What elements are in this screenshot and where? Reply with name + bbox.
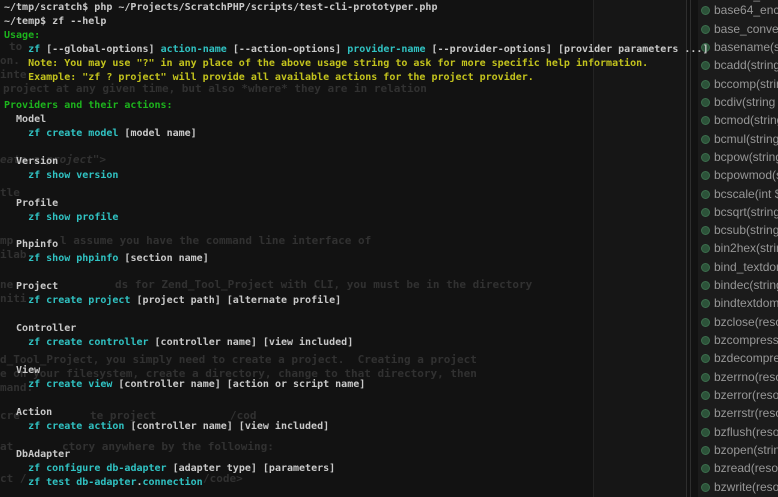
terminal-text-segment: Project (4, 281, 58, 292)
terminal-text-segment: [controller name] [view included] (124, 421, 329, 432)
terminal-text-segment (4, 128, 28, 139)
terminal-line: zf show phpinfo [section name] (4, 253, 209, 267)
terminal-text-segment: zf show profile (28, 212, 118, 223)
terminal-line: Phpinfo (4, 239, 58, 253)
terminal-line: Action (4, 407, 52, 421)
terminal-text-segment: provider-name (347, 44, 425, 55)
terminal-line: Version (4, 156, 58, 170)
terminal-text-segment: View (4, 365, 40, 376)
terminal-text-segment: zf create controller (28, 337, 148, 348)
terminal-text-segment: Providers and their actions: (4, 100, 173, 111)
terminal-text-segment: Example: "zf ? project" will provide all… (4, 72, 534, 83)
terminal-text-segment: Usage: (4, 30, 40, 41)
terminal-text-segment (4, 379, 28, 390)
terminal-text-segment: zf test db-adapter (28, 477, 136, 488)
terminal-text-segment: Phpinfo (4, 239, 58, 250)
terminal-line: ~/temp$ zf --help (4, 16, 106, 30)
terminal-text-segment: zf create view (28, 379, 112, 390)
terminal-text-segment: connection (143, 477, 203, 488)
terminal-text-segment: Profile (4, 198, 58, 209)
terminal-line: Profile (4, 198, 58, 212)
terminal-text-segment: [adapter type] [parameters] (167, 463, 336, 474)
terminal-text-segment: zf create action (28, 421, 124, 432)
terminal-text-segment: [--global-options] (40, 44, 160, 55)
terminal-line: zf create action [controller name] [view… (4, 421, 329, 435)
terminal-text-segment: ~/temp$ zf --help (4, 16, 106, 27)
terminal-line: Usage: (4, 30, 40, 44)
terminal-line: Model (4, 114, 46, 128)
terminal-text-segment: zf show version (28, 170, 118, 181)
terminal-text-segment: [controller name] [view included] (149, 337, 354, 348)
terminal-text-segment: zf configure db-adapter (28, 463, 166, 474)
terminal-text-segment: [project path] [alternate profile] (130, 295, 341, 306)
terminal-text-segment: zf create project (28, 295, 130, 306)
terminal-line: Project (4, 281, 58, 295)
terminal-line: zf create controller [controller name] [… (4, 337, 353, 351)
terminal-text-segment: [model name] (118, 128, 196, 139)
desktop-screenshot: base64_decode(sbase64_encode(sbase_conve… (0, 0, 778, 497)
terminal-text-segment: zf create model (28, 128, 118, 139)
terminal-line: zf configure db-adapter [adapter type] [… (4, 463, 335, 477)
terminal-line: zf create model [model name] (4, 128, 197, 142)
terminal-text-segment (4, 253, 28, 264)
terminal-text-segment (4, 477, 28, 488)
terminal-line: zf test db-adapter.connection (4, 477, 203, 491)
terminal-line: zf [--global-options] action-name [--act… (4, 44, 708, 58)
terminal-text-segment (4, 337, 28, 348)
terminal-text-segment: Controller (4, 323, 76, 334)
terminal-text-segment: zf show phpinfo (28, 253, 118, 264)
terminal-line: Note: You may use "?" in any place of th… (4, 58, 648, 72)
terminal-line: zf create project [project path] [altern… (4, 295, 341, 309)
terminal-text-segment: Action (4, 407, 52, 418)
terminal-text-segment (4, 212, 28, 223)
terminal-text-segment: ~/tmp/scratch$ php ~/Projects/ScratchPHP… (4, 2, 437, 13)
terminal-text-segment: zf (28, 44, 40, 55)
terminal-line: zf create view [controller name] [action… (4, 379, 365, 393)
terminal-line: zf show profile (4, 212, 118, 226)
terminal-text-segment: DbAdapter (4, 449, 70, 460)
terminal-text-segment: action-name (161, 44, 227, 55)
terminal-text-segment (4, 170, 28, 181)
terminal-text-segment: [controller name] [action or script name… (112, 379, 365, 390)
terminal-text-segment (4, 421, 28, 432)
terminal-text-segment: Model (4, 114, 46, 125)
terminal-text-segment (4, 463, 28, 474)
terminal-text-segment (4, 295, 28, 306)
terminal-text-segment: [section name] (118, 253, 208, 264)
terminal-pane[interactable]: toon.inteproject at any given time, but … (0, 0, 706, 497)
terminal-line: Controller (4, 323, 76, 337)
terminal-line: View (4, 365, 40, 379)
terminal-text-segment: Note: You may use "?" in any place of th… (4, 58, 648, 69)
terminal-line: ~/tmp/scratch$ php ~/Projects/ScratchPHP… (4, 2, 437, 16)
terminal-text-segment: [--action-options] (227, 44, 347, 55)
terminal-line: zf show version (4, 170, 118, 184)
terminal-line: Providers and their actions: (4, 100, 173, 114)
terminal-line: Example: "zf ? project" will provide all… (4, 72, 534, 86)
terminal-text-segment: Version (4, 156, 58, 167)
terminal-output: ~/tmp/scratch$ php ~/Projects/ScratchPHP… (4, 0, 764, 497)
terminal-text-segment (4, 44, 28, 55)
terminal-text-segment: [--provider-options] [provider parameter… (426, 44, 709, 55)
terminal-line: DbAdapter (4, 449, 70, 463)
